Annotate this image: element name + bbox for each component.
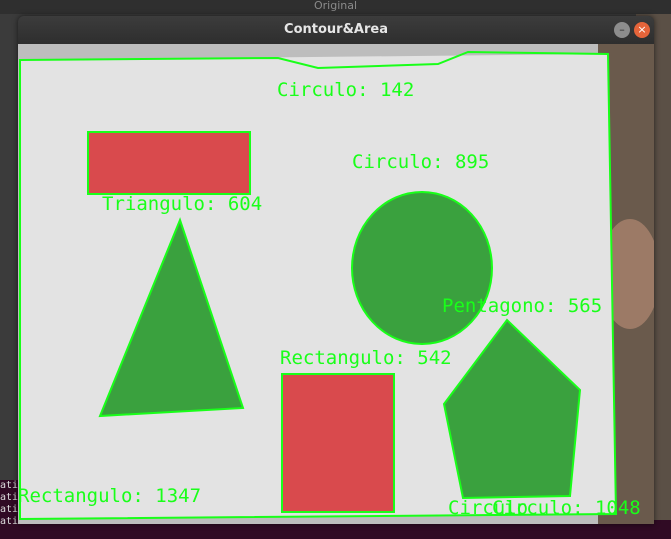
label-rectangulo-bottom: Rectangulo: 542 — [280, 347, 452, 369]
window-titlebar[interactable]: Contour&Area – × — [18, 16, 654, 44]
background-window-title: Original — [0, 0, 671, 14]
label-circulo-circle: Circulo: 895 — [352, 151, 489, 173]
label-triangulo: Triangulo: 604 — [102, 193, 262, 215]
close-button[interactable]: × — [634, 22, 650, 38]
minimize-button[interactable]: – — [614, 22, 630, 38]
window-title: Contour&Area — [284, 22, 388, 37]
label-circulo-top: Circulo: 142 — [277, 79, 414, 101]
camera-frame-image: Circulo: 142 Circulo: 895 Triangulo: 604… — [18, 44, 654, 524]
label-pentagono: Pentagono: 565 — [442, 295, 602, 317]
contour-area-window: Contour&Area – × Circulo: 142 Circulo: 8… — [18, 16, 654, 524]
label-rectangulo-paper: Rectangulo: 1347 — [18, 485, 201, 507]
green-circle — [351, 191, 493, 345]
red-rectangle-bottom — [281, 373, 395, 513]
label-circulo-bottom-b: Circulo: 1048 — [492, 497, 641, 519]
camera-frame: Circulo: 142 Circulo: 895 Triangulo: 604… — [18, 44, 654, 524]
red-rectangle-top — [88, 132, 250, 194]
